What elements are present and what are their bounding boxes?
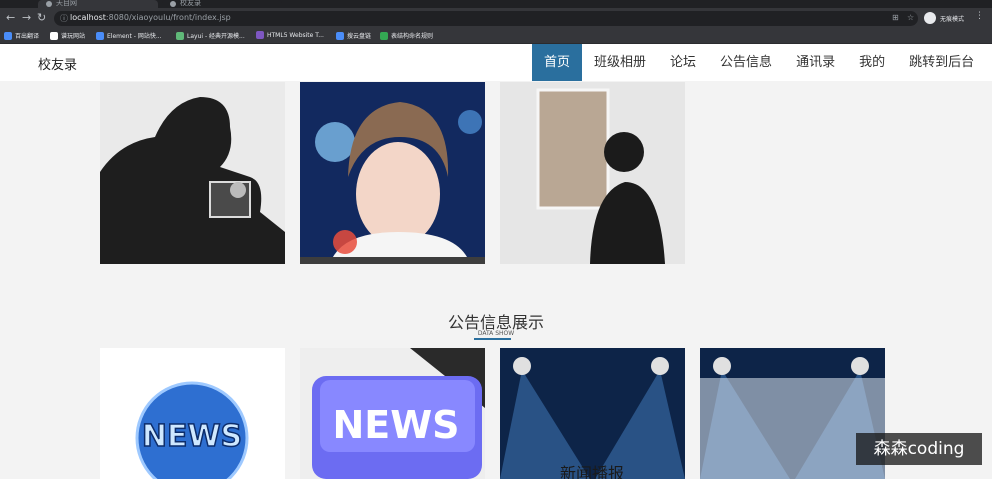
photo-portrait: [300, 82, 485, 264]
news-tile[interactable]: NEWS: [300, 348, 485, 479]
tab-title: 天目网: [56, 0, 77, 7]
flag-icon: [50, 31, 58, 40]
incognito-icon: [924, 12, 936, 24]
bookmark-item[interactable]: 百出翻译: [4, 31, 39, 40]
nav-home[interactable]: 首页: [532, 44, 583, 81]
news-key-image: NEWS: [300, 348, 485, 479]
section-subtitle: DATA SHOW: [477, 330, 515, 337]
main-nav: 首页 班级相册 论坛 公告信息 通讯录 我的 跳转到后台: [532, 44, 986, 81]
album-photo[interactable]: [100, 82, 285, 264]
nav-class-album[interactable]: 班级相册: [582, 44, 658, 81]
bookmark-label: 谱玩网站: [61, 33, 86, 40]
news-spotlight-image: 新闻播报: [500, 348, 685, 479]
more-menu-icon[interactable]: ⋮: [975, 11, 984, 21]
news-tile-text: 新闻播报: [560, 464, 624, 479]
photo-gallery: [500, 82, 685, 264]
site-header: 校友录 首页 班级相册 论坛 公告信息 通讯录 我的 跳转到后台: [0, 44, 992, 81]
bookmark-item[interactable]: Element - 网站快...: [96, 31, 162, 40]
incognito-profile[interactable]: 无痕模式: [924, 11, 964, 25]
bookmark-icon: [4, 31, 12, 40]
forward-arrow-icon[interactable]: →: [22, 11, 31, 25]
html5-icon: [256, 31, 264, 39]
profile-label: 无痕模式: [940, 15, 965, 23]
globe-icon: [46, 1, 52, 7]
bookmark-item[interactable]: Layui - 经典开源模...: [176, 31, 245, 40]
news-tile-text: NEWS: [142, 419, 242, 454]
bookmark-item[interactable]: 表结构命名规则: [380, 31, 433, 40]
back-arrow-icon[interactable]: ←: [6, 11, 15, 25]
bookmark-item[interactable]: 搜云盘链: [336, 31, 371, 40]
cloud-icon: [336, 31, 344, 40]
bookmark-label: 百出翻译: [15, 33, 40, 40]
globe-icon: [170, 1, 176, 7]
browser-tab-strip: 天目网 校友录: [0, 0, 992, 8]
album-photo[interactable]: [500, 82, 685, 264]
element-icon: [96, 31, 104, 40]
browser-tab-active[interactable]: 天目网: [38, 0, 158, 8]
bookmarks-bar: 百出翻译 谱玩网站 Element - 网站快... Layui - 经典开源模…: [0, 28, 992, 44]
nav-admin[interactable]: 跳转到后台: [897, 44, 986, 81]
bookmark-star-icon[interactable]: ☆: [907, 13, 914, 22]
tab-title: 校友录: [180, 0, 201, 7]
bookmark-item[interactable]: 谱玩网站: [50, 31, 85, 40]
bookmark-label: HTML5 Website T...: [267, 31, 324, 39]
nav-forum[interactable]: 论坛: [658, 44, 708, 81]
browser-toolbar: ← → ↻ ⓘ localhost:8080/xiaoyoulu/front/i…: [0, 8, 992, 28]
news-globe-image: NEWS: [100, 348, 285, 479]
bookmark-label: 搜云盘链: [347, 33, 372, 40]
bookmark-item[interactable]: HTML5 Website T...: [256, 31, 324, 39]
news-tile-text: NEWS: [332, 403, 459, 447]
translate-icon[interactable]: ⊞: [892, 13, 899, 22]
section-underline: [474, 338, 511, 340]
browser-tab[interactable]: 校友录: [162, 0, 282, 8]
layui-icon: [176, 31, 184, 40]
table-icon: [380, 31, 388, 40]
news-tile[interactable]: 新闻播报: [500, 348, 685, 479]
reload-icon[interactable]: ↻: [37, 11, 46, 25]
url-text: localhost:8080/xiaoyoulu/front/index.jsp: [70, 13, 231, 22]
nav-announcements[interactable]: 公告信息: [708, 44, 784, 81]
site-logo[interactable]: 校友录: [38, 54, 77, 73]
nav-mine[interactable]: 我的: [847, 44, 897, 81]
address-bar[interactable]: ⓘ localhost:8080/xiaoyoulu/front/index.j…: [54, 11, 918, 26]
nav-contacts[interactable]: 通讯录: [784, 44, 847, 81]
album-photo[interactable]: [300, 82, 485, 264]
bookmark-label: Layui - 经典开源模...: [187, 33, 245, 40]
photo-man-camera: [100, 82, 285, 264]
click-indicator: [333, 230, 357, 254]
bookmark-label: 表结构命名规则: [391, 33, 434, 40]
video-watermark: 森森coding: [856, 433, 982, 465]
bookmark-label: Element - 网站快...: [107, 33, 162, 40]
info-icon[interactable]: ⓘ: [60, 13, 68, 24]
news-tile[interactable]: NEWS: [100, 348, 285, 479]
